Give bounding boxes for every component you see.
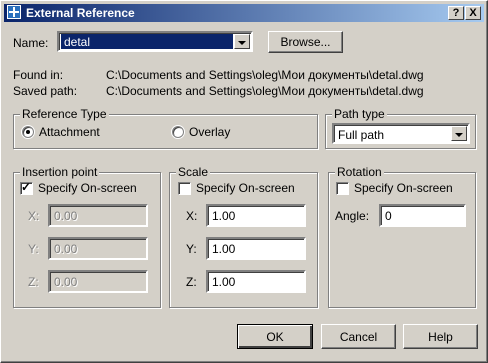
rotation-title: Rotation — [335, 165, 384, 179]
scale-z-label: Z: — [186, 275, 197, 289]
scale-x-value: 1.00 — [212, 209, 236, 223]
window-title: External Reference — [26, 6, 135, 20]
scale-specify-checkbox[interactable] — [178, 182, 191, 195]
found-in-path: C:\Documents and Settings\oleg\Мои докум… — [106, 68, 424, 82]
scale-x-input[interactable]: 1.00 — [206, 204, 306, 227]
insertion-x-value: 0.00 — [54, 209, 78, 223]
scale-y-input[interactable]: 1.00 — [206, 237, 306, 260]
insertion-z-value: 0.00 — [54, 275, 78, 289]
angle-label: Angle: — [335, 209, 370, 223]
rotation-group: Rotation Specify On-screen Angle: 0 — [328, 165, 476, 308]
angle-value: 0 — [385, 209, 392, 223]
attachment-label[interactable]: Attachment — [39, 125, 100, 139]
name-combobox[interactable]: detal — [57, 31, 253, 52]
help-button-label: Help — [428, 329, 453, 344]
cancel-button-label: Cancel — [339, 329, 378, 344]
question-icon: ? — [452, 7, 460, 19]
browse-button[interactable]: Browse... — [268, 31, 343, 53]
name-value: detal — [64, 35, 91, 49]
insertion-y-label: Y: — [28, 242, 39, 256]
insertion-y-input[interactable]: 0.00 — [48, 237, 148, 260]
insertion-y-value: 0.00 — [54, 242, 78, 256]
scale-group: Scale Specify On-screen X: 1.00 Y: 1.00 … — [169, 165, 318, 308]
title-bar[interactable]: External Reference ? X — [4, 4, 484, 22]
reference-type-title: Reference Type — [20, 107, 109, 121]
close-title-button[interactable]: X — [465, 6, 481, 20]
scale-y-value: 1.00 — [212, 242, 236, 256]
help-button[interactable]: Help — [403, 324, 478, 349]
scale-specify-label[interactable]: Specify On-screen — [196, 181, 295, 195]
insertion-z-input[interactable]: 0.00 — [48, 270, 148, 293]
found-in-label: Found in: — [13, 68, 64, 82]
cancel-button[interactable]: Cancel — [321, 324, 396, 349]
insertion-z-label: Z: — [28, 275, 39, 289]
rotation-specify-checkbox[interactable] — [336, 182, 349, 195]
ok-button-label: OK — [266, 329, 284, 344]
scale-z-value: 1.00 — [212, 275, 236, 289]
external-reference-dialog: External Reference ? X Name: detal Brows… — [0, 0, 488, 363]
insertion-x-label: X: — [28, 209, 40, 223]
path-type-title: Path type — [332, 107, 387, 121]
insertion-specify-label[interactable]: Specify On-screen — [38, 181, 137, 195]
attachment-radio[interactable] — [22, 126, 34, 138]
insertion-specify-checkbox[interactable] — [20, 180, 33, 195]
help-title-button[interactable]: ? — [448, 6, 464, 20]
insertion-x-input[interactable]: 0.00 — [48, 204, 148, 227]
path-type-dropdown-button[interactable] — [451, 126, 467, 141]
scale-title: Scale — [176, 165, 211, 179]
ok-button[interactable]: OK — [237, 324, 313, 349]
rotation-specify-label[interactable]: Specify On-screen — [354, 181, 453, 195]
path-type-group: Path type Full path — [325, 107, 476, 149]
app-icon — [7, 5, 21, 19]
path-type-select[interactable]: Full path — [332, 123, 470, 144]
reference-type-group: Reference Type Attachment Overlay — [13, 107, 318, 149]
saved-path-label: Saved path: — [13, 84, 78, 98]
saved-path-value: C:\Documents and Settings\oleg\Мои докум… — [106, 84, 424, 98]
overlay-radio[interactable] — [172, 126, 184, 138]
angle-input[interactable]: 0 — [379, 204, 466, 227]
scale-z-input[interactable]: 1.00 — [206, 270, 306, 293]
overlay-label[interactable]: Overlay — [189, 125, 230, 139]
scale-x-label: X: — [186, 209, 198, 223]
insertion-point-group: Insertion point Specify On-screen X: 0.0… — [13, 165, 161, 308]
close-icon: X — [469, 7, 477, 19]
name-dropdown-button[interactable] — [234, 34, 250, 49]
path-type-value: Full path — [338, 128, 385, 142]
insertion-point-title: Insertion point — [20, 165, 100, 179]
browse-button-label: Browse... — [280, 35, 331, 49]
scale-y-label: Y: — [186, 242, 197, 256]
name-label: Name: — [13, 36, 49, 50]
